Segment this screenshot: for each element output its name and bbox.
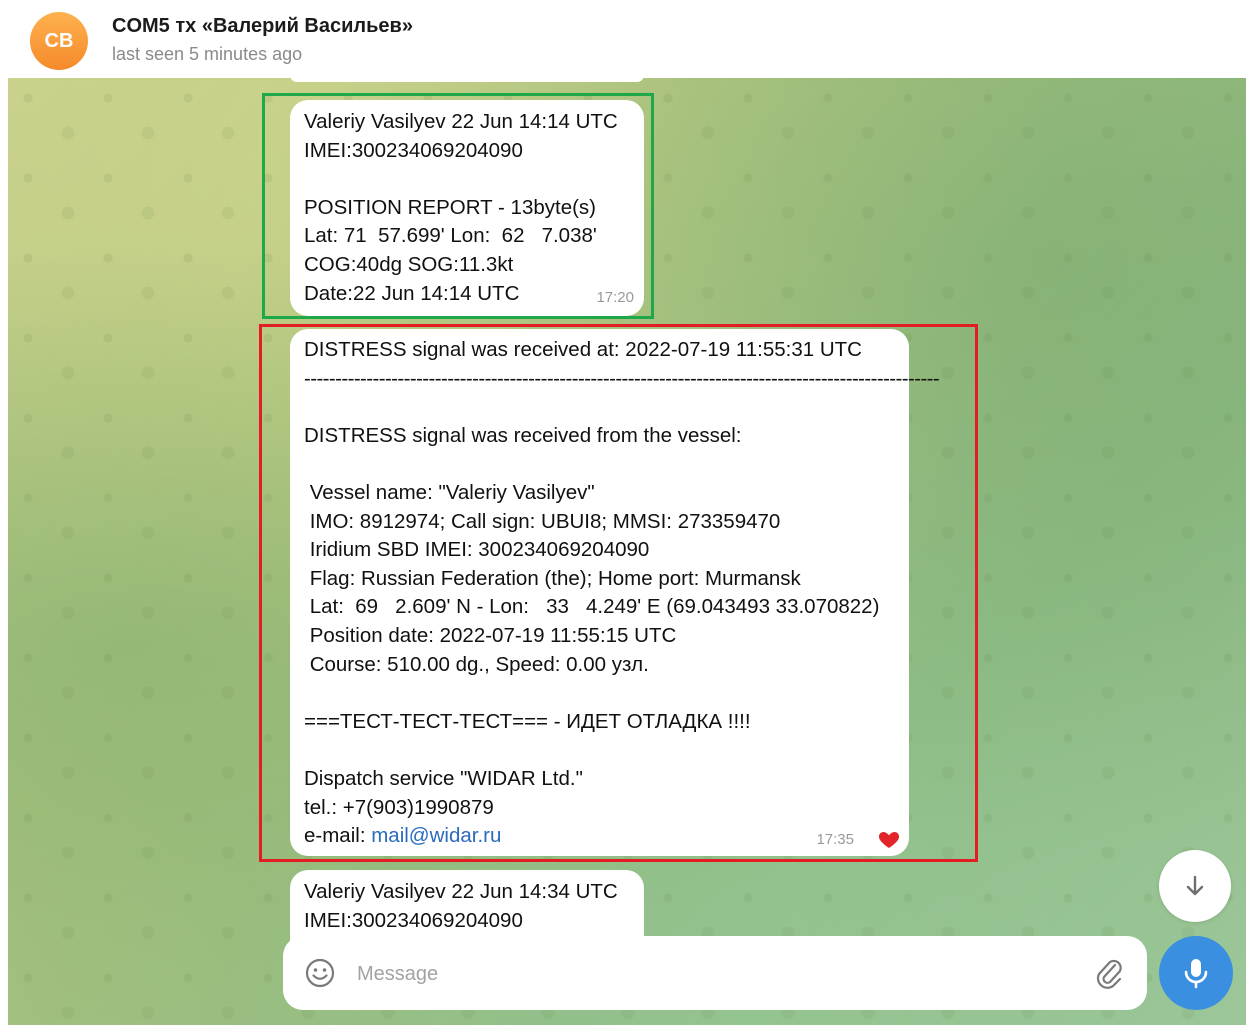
paperclip-icon[interactable] (1093, 956, 1125, 990)
message-line: DISTRESS signal was received at: 2022-07… (304, 338, 862, 361)
message-input[interactable] (355, 954, 1059, 994)
message-separator: ----------------------------------------… (304, 366, 940, 390)
email-label: e-mail: (304, 824, 372, 848)
message-line: Vessel name: "Valeriy Vasilyev" (304, 480, 595, 504)
email-link[interactable]: mail@widar.ru (371, 824, 501, 847)
message-line: Lat: 71 57.699' Lon: 62 7.038' (304, 224, 597, 248)
message-list[interactable]: Valeriy Vasilyev 22 Jun 14:14 UTC IMEI:3… (8, 78, 1246, 1025)
emoji-icon[interactable] (303, 956, 337, 990)
message-line (304, 393, 909, 422)
avatar[interactable]: CB (30, 12, 88, 70)
message-line: Date:22 Jun 14:14 UTC (304, 281, 520, 305)
arrow-down-icon (1186, 875, 1204, 896)
message-position-report[interactable]: Valeriy Vasilyev 22 Jun 14:14 UTC IMEI:3… (290, 100, 644, 316)
message-line: IMEI:300234069204090 (304, 138, 523, 162)
chat-title[interactable]: COM5 тх «Валерий Васильев» (112, 15, 413, 38)
message-line: DISTRESS signal was received from the ve… (304, 423, 742, 447)
message-line: IMO: 8912974; Call sign: UBUI8; MMSI: 27… (304, 509, 781, 533)
message-line: ===ТЕСТ-ТЕСТ-ТЕСТ=== - ИДЕТ ОТЛАДКА !!!! (304, 709, 751, 733)
chat-status: last seen 5 minutes ago (112, 44, 303, 64)
scroll-down-button[interactable] (1159, 850, 1231, 922)
previous-message-edge (290, 78, 644, 82)
chat-header[interactable]: CB COM5 тх «Валерий Васильев» last seen … (0, 0, 1246, 78)
message-composer (283, 936, 1147, 1010)
message-line (304, 679, 909, 708)
message-line: IMEI:300234069204090 (304, 908, 523, 932)
message-line: Valeriy Vasilyev 22 Jun 14:14 UTC (304, 110, 618, 133)
microphone-button[interactable] (1159, 936, 1233, 1010)
message-line (304, 450, 909, 479)
message-line: tel.: +7(903)1990879 (304, 795, 494, 819)
message-line: POSITION REPORT - 13byte(s) (304, 195, 597, 219)
message-distress-signal[interactable]: DISTRESS signal was received at: 2022-07… (290, 329, 940, 856)
message-line: Lat: 69 2.609' N - Lon: 33 4.249' E (69.… (304, 595, 880, 619)
heart-icon[interactable] (877, 827, 901, 851)
message-line: Flag: Russian Federation (the); Home por… (304, 566, 801, 590)
message-time: 17:35 (816, 831, 854, 848)
message-line: Dispatch service "WIDAR Ltd." (304, 766, 583, 790)
message-line: Iridium SBD IMEI: 300234069204090 (304, 538, 650, 562)
message-time: 17:20 (596, 289, 634, 306)
message-line: Valeriy Vasilyev 22 Jun 14:34 UTC (304, 880, 618, 903)
message-line (304, 736, 909, 765)
message-line: Course: 510.00 dg., Speed: 0.00 узл. (304, 652, 649, 676)
message-line: Position date: 2022-07-19 11:55:15 UTC (304, 623, 677, 647)
message-line: COG:40dg SOG:11.3kt (304, 252, 514, 276)
message-line (304, 165, 644, 194)
microphone-icon (1184, 959, 1208, 989)
